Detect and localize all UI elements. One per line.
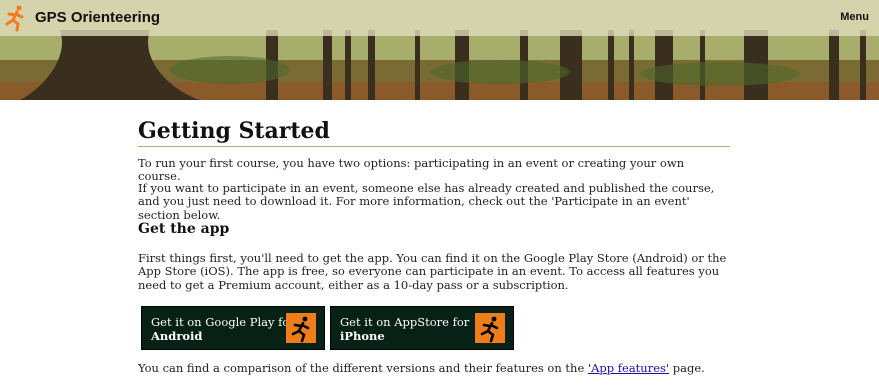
main-content: Getting Started To run your first course… [138, 117, 730, 375]
participate-paragraph: If you want to participate in an event, … [138, 181, 715, 222]
get-app-paragraph: First things first, you'll need to get t… [138, 251, 727, 292]
runner-logo-icon [5, 5, 24, 32]
intro-paragraph: To run your first course, you have two o… [138, 156, 685, 184]
app-store-label: Get it on AppStore for iPhone [340, 315, 470, 343]
app-title[interactable]: GPS Orienteering [35, 9, 160, 26]
get-app-heading: Get the app [138, 221, 230, 237]
comparison-paragraph: You can find a comparison of the differe… [138, 361, 705, 375]
app-store-button[interactable]: Get it on AppStore for iPhone [330, 306, 514, 350]
app-features-link[interactable]: 'App features' [588, 361, 669, 375]
google-play-label: Get it on Google Play for Android [151, 315, 295, 343]
google-play-button[interactable]: Get it on Google Play for Android [141, 306, 325, 350]
top-bar: GPS Orienteering Menu [0, 0, 879, 36]
header-banner: GPS Orienteering Menu [0, 0, 879, 100]
runner-icon [286, 313, 316, 343]
menu-button[interactable]: Menu [840, 11, 869, 23]
page-title: Getting Started [138, 117, 730, 147]
runner-icon [475, 313, 505, 343]
